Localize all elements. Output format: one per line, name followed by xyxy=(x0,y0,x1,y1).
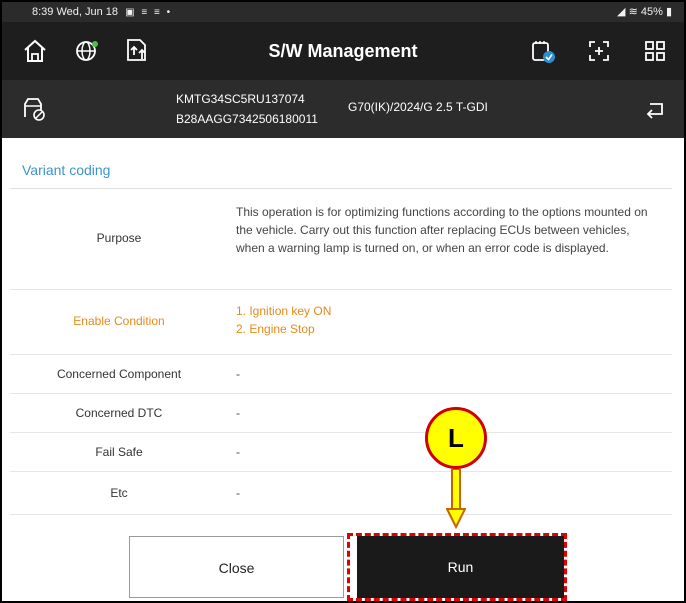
info-row-fail-safe: Fail Safe - xyxy=(10,433,672,472)
signal-icon: ◢ xyxy=(617,6,626,18)
row-label: Concerned Component xyxy=(56,367,182,381)
vehicle-info-bar: KMTG34SC5RU137074 B28AAGG7342506180011 G… xyxy=(2,80,684,138)
screen-frame: 8:39 Wed, Jun 18 ▣ ≡ ≡ • ◢ ≋ 45% ▮ S/W M… xyxy=(0,0,686,603)
wifi-icon: ≋ xyxy=(628,6,638,18)
info-row-enable-condition: Enable Condition 1. Ignition key ON 2. E… xyxy=(10,290,672,355)
app-bar: S/W Management xyxy=(2,22,684,80)
back-icon[interactable] xyxy=(642,96,668,122)
down-arrow-icon xyxy=(446,469,466,529)
vin-line-2: B28AAGG7342506180011 xyxy=(176,112,318,126)
info-row-etc: Etc - xyxy=(10,472,672,515)
close-button[interactable]: Close xyxy=(129,536,344,598)
status-right: ◢ ≋ 45% ▮ xyxy=(617,2,672,22)
vehicle-icon[interactable] xyxy=(20,96,46,122)
row-label: Concerned DTC xyxy=(75,406,163,420)
row-value: This operation is for optimizing functio… xyxy=(236,205,648,255)
run-highlight-box xyxy=(347,533,567,601)
info-row-concerned-component: Concerned Component - xyxy=(10,355,672,394)
grid-icon[interactable] xyxy=(642,38,668,64)
row-value: 1. Ignition key ON 2. Engine Stop xyxy=(236,302,652,338)
status-time: 8:39 xyxy=(32,6,54,18)
status-bar: 8:39 Wed, Jun 18 ▣ ≡ ≡ • ◢ ≋ 45% ▮ xyxy=(2,2,684,22)
page-title: S/W Management xyxy=(268,41,418,61)
section-title: Variant coding xyxy=(22,162,111,178)
row-label: Fail Safe xyxy=(95,445,143,459)
vin-block: KMTG34SC5RU137074 B28AAGG7342506180011 xyxy=(176,89,318,129)
row-label: Etc xyxy=(110,486,128,500)
notification-icons: ▣ ≡ ≡ • xyxy=(125,7,173,18)
vehicle-model: G70(IK)/2024/G 2.5 T-GDI xyxy=(348,100,488,114)
diagnostic-icon[interactable] xyxy=(530,38,556,64)
status-left: 8:39 Wed, Jun 18 ▣ ≡ ≡ • xyxy=(32,2,172,23)
row-label: Enable Condition xyxy=(73,314,165,328)
expand-icon[interactable] xyxy=(586,38,612,64)
battery-level: 45% xyxy=(640,6,663,18)
row-value: - xyxy=(236,367,240,381)
info-row-concerned-dtc: Concerned DTC - xyxy=(10,394,672,433)
vin-line-1: KMTG34SC5RU137074 xyxy=(176,92,305,106)
row-value: - xyxy=(236,486,240,500)
section-header: Variant coding xyxy=(10,152,672,189)
status-date: Wed, Jun 18 xyxy=(56,6,119,18)
condition-item: 1. Ignition key ON xyxy=(236,304,332,318)
info-row-purpose: Purpose This operation is for optimizing… xyxy=(10,189,672,290)
row-label: Purpose xyxy=(96,231,142,245)
callout-marker: L xyxy=(425,407,487,469)
battery-icon: ▮ xyxy=(665,6,672,18)
condition-item: 2. Engine Stop xyxy=(236,322,315,336)
